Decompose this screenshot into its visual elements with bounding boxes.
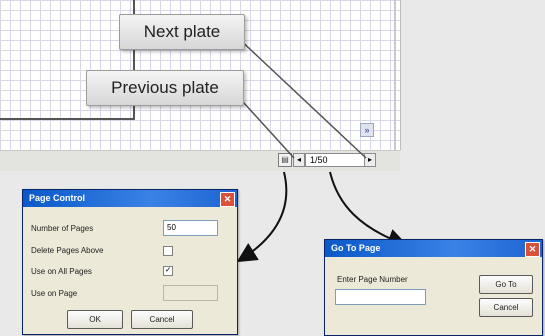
use-on-page-field[interactable] [163, 285, 218, 301]
close-icon[interactable]: ✕ [525, 242, 540, 257]
goto-page-title: Go To Page [331, 243, 381, 253]
use-on-all-pages-checkbox[interactable]: ✓ [163, 266, 173, 276]
close-icon[interactable]: ✕ [220, 192, 235, 207]
use-on-all-pages-label: Use on All Pages [31, 267, 92, 276]
page-control-title: Page Control [29, 193, 86, 203]
goto-page-arrow [329, 171, 408, 248]
page-number-input[interactable] [335, 289, 426, 305]
next-plate-leader [235, 35, 367, 159]
enter-page-number-label: Enter Page Number [337, 275, 408, 284]
cancel-button[interactable]: Cancel [479, 298, 533, 317]
page-control-dialog: Page Control ✕ Number of Pages 50 Delete… [22, 189, 238, 335]
delete-pages-above-label: Delete Pages Above [31, 246, 104, 255]
delete-pages-above-checkbox[interactable] [163, 246, 173, 256]
ok-button[interactable]: OK [67, 310, 123, 329]
goto-button[interactable]: Go To [479, 275, 533, 294]
cancel-button[interactable]: Cancel [131, 310, 193, 329]
page-control-titlebar[interactable]: Page Control ✕ [23, 190, 237, 207]
next-plate-callout: Next plate [119, 14, 245, 50]
page-control-arrow [236, 171, 288, 263]
use-on-page-label: Use on Page [31, 289, 78, 298]
goto-page-titlebar[interactable]: Go To Page ✕ [325, 240, 542, 257]
goto-page-dialog: Go To Page ✕ Enter Page Number Go To Can… [324, 239, 543, 336]
number-of-pages-field[interactable]: 50 [163, 220, 218, 236]
number-of-pages-label: Number of Pages [31, 224, 94, 233]
previous-plate-callout: Previous plate [86, 70, 244, 106]
